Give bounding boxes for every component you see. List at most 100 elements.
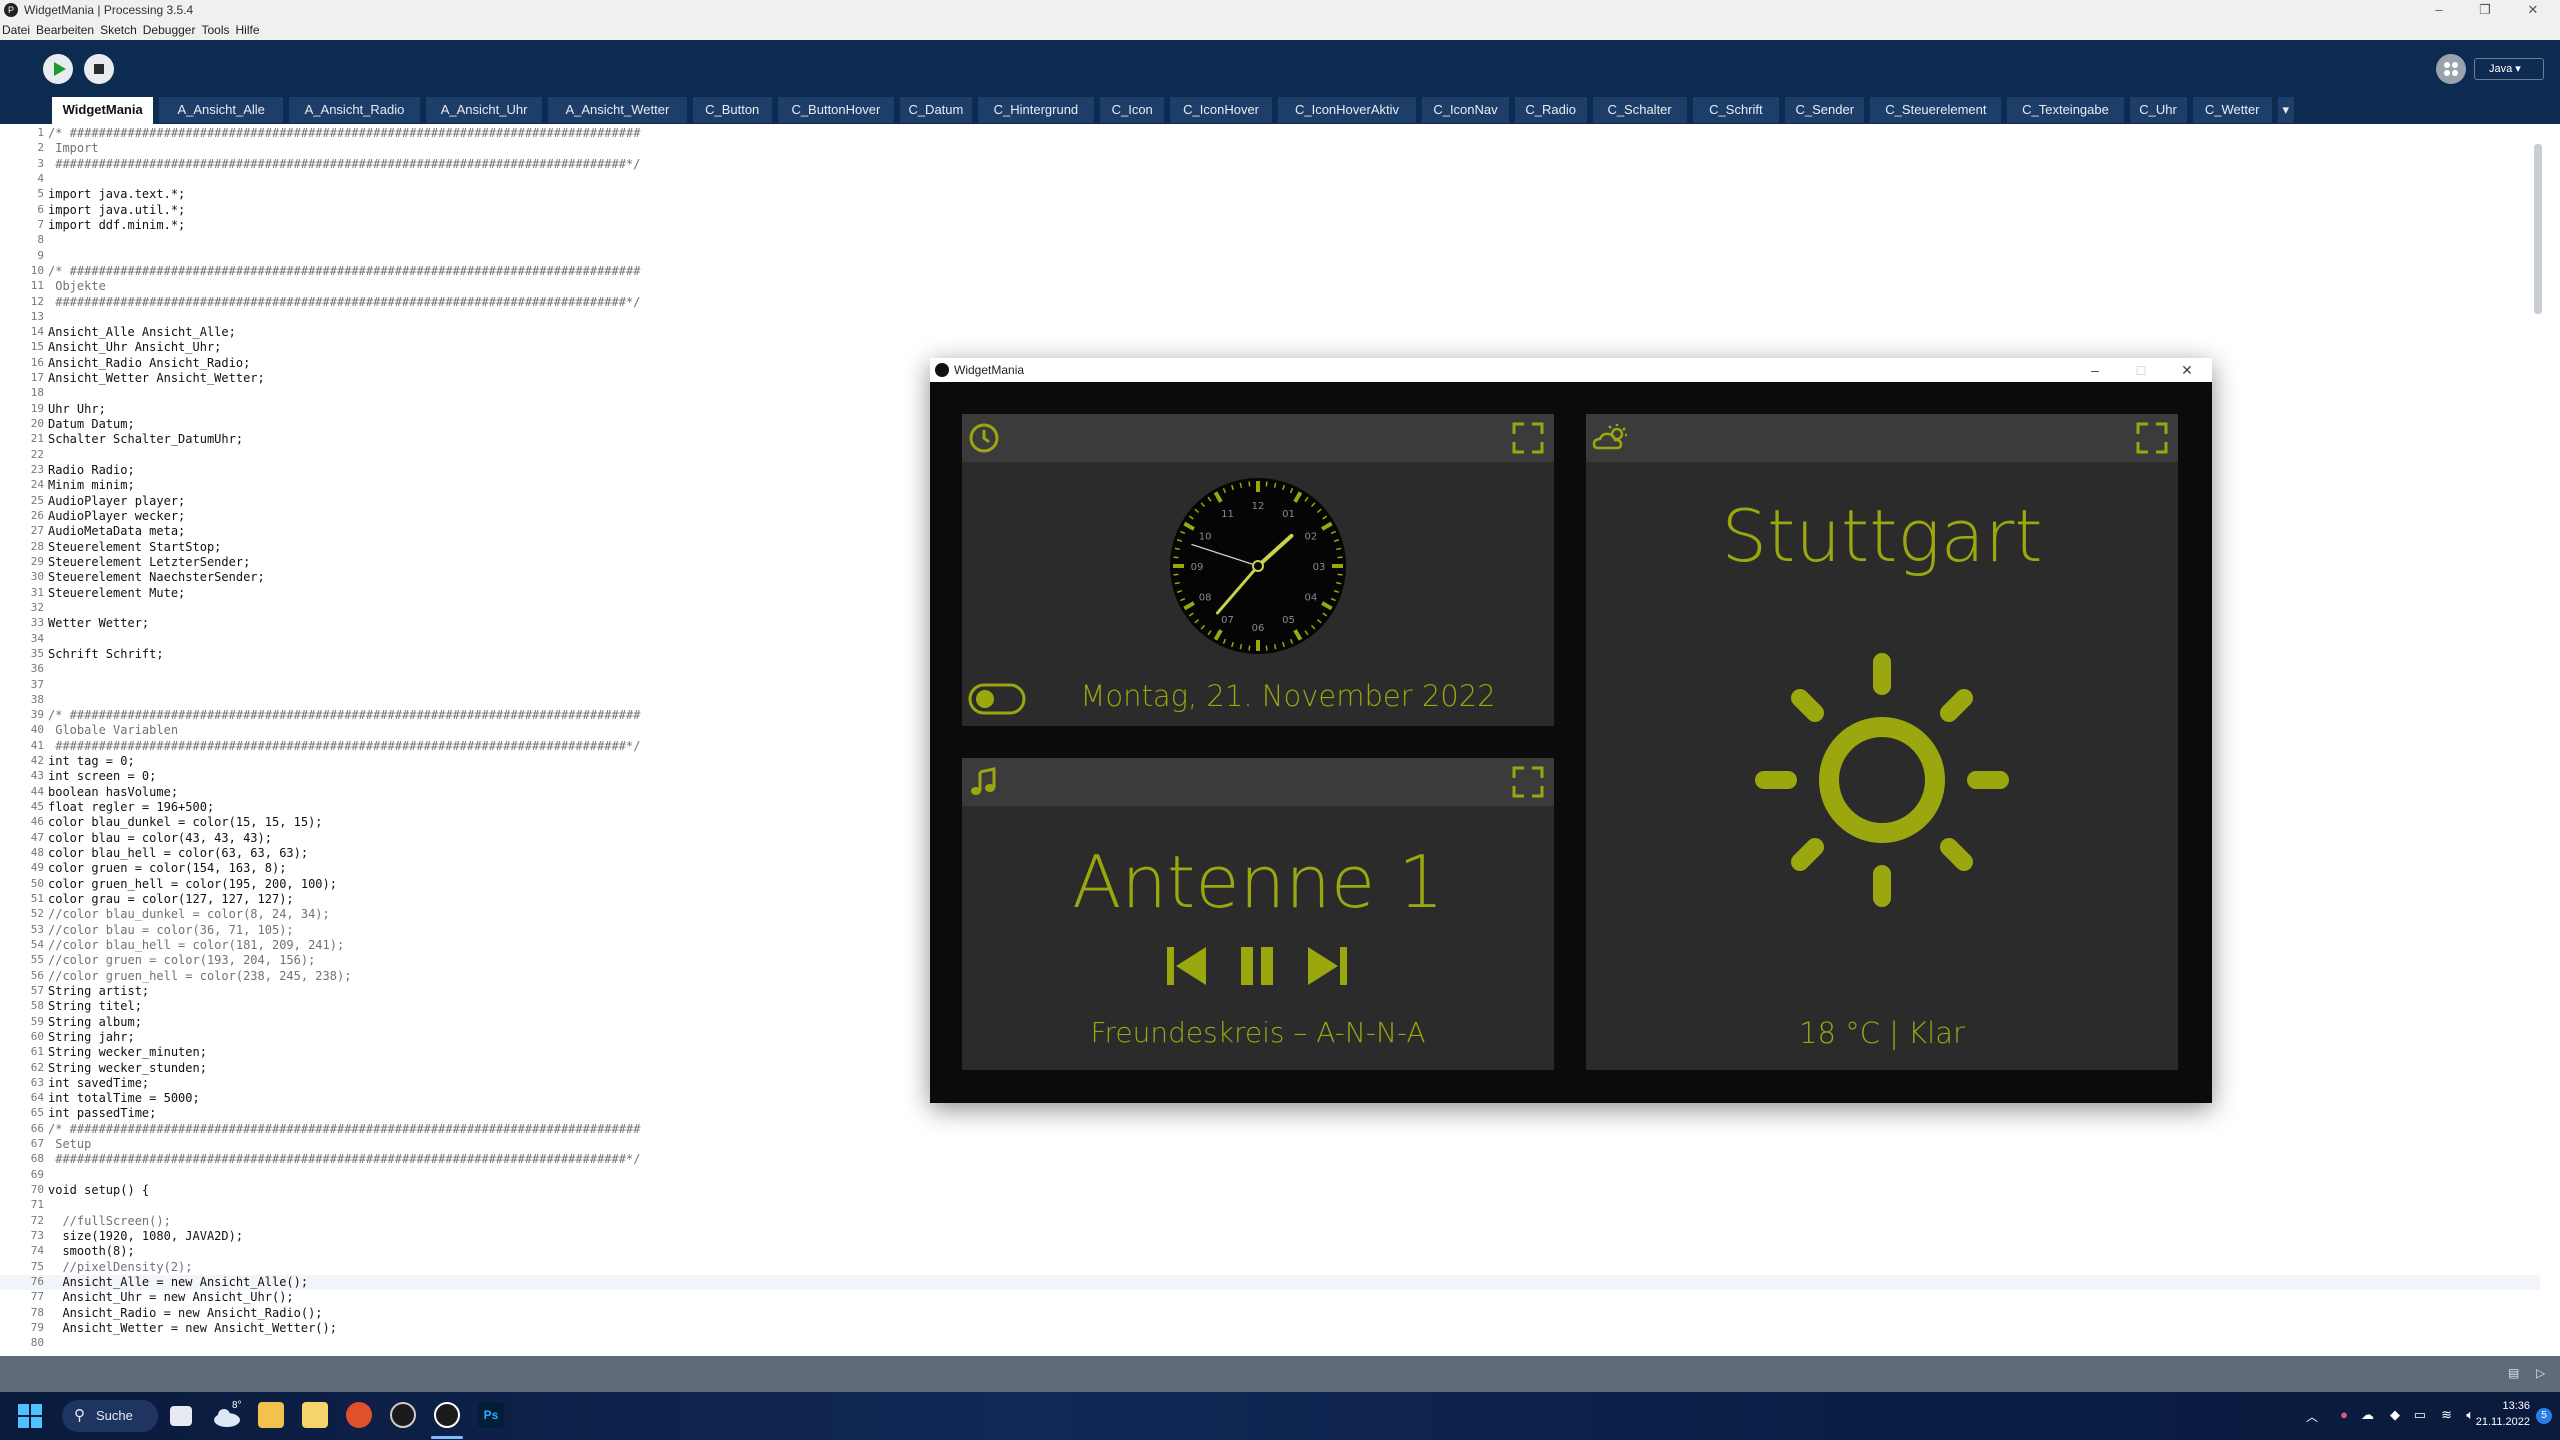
tab-c-iconhoveraktiv[interactable]: C_IconHoverAktiv (1277, 97, 1417, 123)
onedrive-sync-icon[interactable]: ● (2340, 1407, 2348, 1422)
code-line[interactable]: Steuerelement NaechsterSender; (48, 570, 265, 584)
code-line[interactable]: color grau = color(127, 127, 127); (48, 892, 294, 906)
menu-sketch[interactable]: Sketch (100, 23, 137, 37)
code-line[interactable]: //color blau = color(36, 71, 105); (48, 923, 294, 937)
code-line[interactable]: boolean hasVolume; (48, 785, 178, 799)
notification-badge[interactable]: 5 (2536, 1408, 2552, 1424)
code-line[interactable]: String artist; (48, 984, 149, 998)
code-line[interactable]: int screen = 0; (48, 769, 156, 783)
clock-time[interactable]: 13:36 (2502, 1400, 2530, 1412)
code-line[interactable]: AudioPlayer wecker; (48, 509, 185, 523)
code-line[interactable]: ########################################… (48, 295, 640, 309)
code-line[interactable]: int savedTime; (48, 1076, 149, 1090)
code-line[interactable]: color blau_dunkel = color(15, 15, 15); (48, 815, 323, 829)
clock-icon[interactable] (968, 422, 1000, 454)
code-line[interactable]: Schrift Schrift; (48, 647, 164, 661)
volume-icon[interactable]: 🔈︎ (2466, 1407, 2474, 1423)
code-line[interactable]: Globale Variablen (48, 723, 178, 737)
code-line[interactable]: int passedTime; (48, 1106, 156, 1120)
code-line[interactable]: String wecker_minuten; (48, 1045, 207, 1059)
tab-c-schalter[interactable]: C_Schalter (1592, 97, 1687, 123)
code-line[interactable]: int tag = 0; (48, 754, 135, 768)
widget-minimize-button[interactable]: – (2072, 358, 2118, 382)
tab-c-sender[interactable]: C_Sender (1785, 97, 1865, 123)
widget-close-button[interactable]: ✕ (2164, 358, 2210, 382)
code-line[interactable]: Wetter Wetter; (48, 616, 149, 630)
task-view-icon[interactable] (170, 1406, 192, 1426)
console-icon[interactable]: ▤ (2508, 1366, 2522, 1380)
code-line[interactable]: String titel; (48, 999, 142, 1013)
code-line[interactable]: //color gruen = color(193, 204, 156); (48, 953, 315, 967)
code-line[interactable]: int totalTime = 5000; (48, 1091, 200, 1105)
photoshop-icon[interactable]: Ps (478, 1402, 504, 1428)
widget-maximize-button[interactable]: □ (2118, 358, 2164, 382)
next-station-icon[interactable] (1304, 943, 1350, 989)
code-line[interactable]: size(1920, 1080, JAVA2D); (48, 1229, 243, 1243)
pause-icon[interactable] (1234, 943, 1280, 989)
tab-a-ansicht-uhr[interactable]: A_Ansicht_Uhr (426, 97, 543, 123)
debug-mode-button[interactable] (2436, 54, 2466, 84)
tab-a-ansicht-alle[interactable]: A_Ansicht_Alle (159, 97, 283, 123)
code-line[interactable]: //pixelDensity(2); (48, 1260, 192, 1274)
code-line[interactable]: import java.util.*; (48, 203, 185, 217)
code-line[interactable]: //color blau_dunkel = color(8, 24, 34); (48, 907, 330, 921)
code-line[interactable]: String album; (48, 1015, 142, 1029)
code-line[interactable]: ########################################… (48, 739, 640, 753)
mode-selector[interactable]: Java ▾ (2474, 58, 2544, 80)
tab-c-datum[interactable]: C_Datum (900, 97, 972, 123)
code-line[interactable]: color gruen = color(154, 163, 8); (48, 861, 286, 875)
code-line[interactable]: /* #####################################… (48, 1122, 640, 1136)
code-line[interactable]: color blau = color(43, 43, 43); (48, 831, 272, 845)
code-line[interactable]: Ansicht_Wetter = new Ansicht_Wetter(); (48, 1321, 337, 1335)
code-line[interactable]: Ansicht_Uhr Ansicht_Uhr; (48, 340, 221, 354)
tab-c-iconhover[interactable]: C_IconHover (1170, 97, 1272, 123)
code-line[interactable]: Radio Radio; (48, 463, 135, 477)
expand-radio-icon[interactable] (1512, 766, 1544, 798)
restore-button[interactable]: ❐ (2462, 0, 2508, 20)
menu-hilfe[interactable]: Hilfe (235, 23, 259, 37)
code-line[interactable]: Objekte (48, 279, 106, 293)
code-line[interactable]: Ansicht_Radio Ansicht_Radio; (48, 356, 250, 370)
code-line[interactable]: Ansicht_Radio = new Ansicht_Radio(); (48, 1306, 322, 1320)
code-line[interactable]: ########################################… (48, 157, 640, 171)
code-line[interactable]: Steuerelement LetzterSender; (48, 555, 250, 569)
weather-widget-icon[interactable]: 8° (212, 1400, 242, 1428)
code-line[interactable]: Schalter Schalter_DatumUhr; (48, 432, 243, 446)
code-line[interactable]: Ansicht_Wetter Ansicht_Wetter; (48, 371, 265, 385)
folder-icon[interactable] (302, 1402, 328, 1428)
file-explorer-icon[interactable] (258, 1402, 284, 1428)
code-line[interactable]: Setup (48, 1137, 91, 1151)
code-line[interactable]: //fullScreen(); (48, 1214, 170, 1228)
code-line[interactable]: Ansicht_Alle = new Ansicht_Alle(); (48, 1275, 308, 1289)
wifi-icon[interactable]: ≋ (2441, 1407, 2452, 1423)
code-line[interactable]: Ansicht_Uhr = new Ansicht_Uhr(); (48, 1290, 293, 1304)
code-line[interactable]: void setup() { (48, 1183, 149, 1197)
tab-c-radio[interactable]: C_Radio (1514, 97, 1587, 123)
tab-c-wetter[interactable]: C_Wetter (2192, 97, 2272, 123)
code-line[interactable]: ########################################… (48, 1152, 640, 1166)
run-button[interactable] (43, 54, 73, 84)
minimize-button[interactable]: – (2416, 0, 2462, 20)
tab-c-schrift[interactable]: C_Schrift (1692, 97, 1780, 123)
chevron-up-icon[interactable]: ︿ (2306, 1408, 2318, 1425)
expand-clock-icon[interactable] (1512, 422, 1544, 454)
code-line[interactable]: Datum Datum; (48, 417, 135, 431)
tab-c-uhr[interactable]: C_Uhr (2129, 97, 2187, 123)
stop-button[interactable] (84, 54, 114, 84)
previous-station-icon[interactable] (1164, 943, 1210, 989)
firefox-icon[interactable] (346, 1402, 372, 1428)
code-line[interactable]: AudioMetaData meta; (48, 524, 185, 538)
processing-app-icon[interactable] (390, 1402, 416, 1428)
tab-overflow-chevron-down-icon[interactable]: ▾ (2277, 97, 2294, 123)
code-line[interactable]: color blau_hell = color(63, 63, 63); (48, 846, 308, 860)
expand-console-icon[interactable]: ▷ (2536, 1366, 2550, 1380)
code-line[interactable]: color gruen_hell = color(195, 200, 100); (48, 877, 337, 891)
tab-a-ansicht-radio[interactable]: A_Ansicht_Radio (289, 97, 420, 123)
code-line[interactable]: Steuerelement StartStop; (48, 540, 221, 554)
partly-cloudy-icon[interactable] (1592, 422, 1632, 454)
code-line[interactable]: String jahr; (48, 1030, 135, 1044)
code-line[interactable]: /* #####################################… (48, 126, 640, 140)
tab-c-texteingabe[interactable]: C_Texteingabe (2007, 97, 2124, 123)
tab-a-ansicht-wetter[interactable]: A_Ansicht_Wetter (548, 97, 687, 123)
widgetmania-app-icon[interactable] (434, 1402, 460, 1428)
